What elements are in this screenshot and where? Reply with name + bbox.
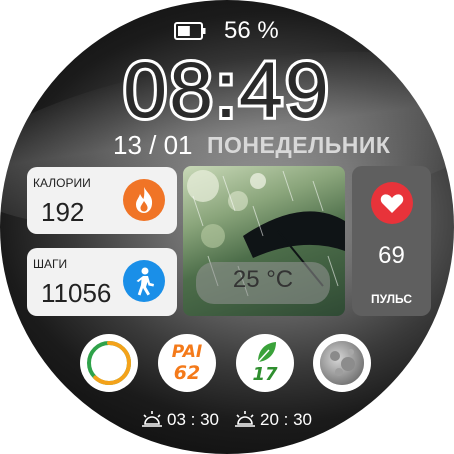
time-display: 08:49 — [123, 45, 331, 134]
steps-card[interactable]: ШАГИ 11056 — [27, 248, 177, 316]
sunset-time: 20 : 30 — [260, 410, 312, 429]
date-display: 13 / 01 — [113, 130, 193, 160]
leaf-complication[interactable]: 17 — [236, 334, 294, 392]
progress-ring-complication[interactable] — [80, 334, 138, 392]
walking-icon — [123, 260, 165, 302]
sun-times: 03 : 30 20 : 30 — [140, 408, 320, 432]
battery-icon — [174, 22, 206, 40]
calories-value: 192 — [41, 197, 85, 227]
pulse-value: 69 — [378, 242, 405, 269]
progress-ring — [87, 341, 131, 385]
fire-icon — [123, 179, 165, 221]
calories-card[interactable]: КАЛОРИИ 192 — [27, 167, 177, 234]
steps-value: 11056 — [41, 278, 112, 308]
battery-percent: 56 % — [224, 17, 279, 44]
moon-icon — [320, 341, 364, 385]
pulse-label: ПУЛЬС — [370, 292, 413, 306]
pai-value: 62 — [173, 362, 201, 384]
temperature-value: 25 °C — [232, 266, 294, 293]
leaf-icon — [257, 342, 276, 363]
sunset-icon — [235, 411, 255, 427]
sunrise-icon — [142, 411, 162, 427]
leaf-value: 17 — [252, 364, 278, 385]
heart-icon — [371, 182, 413, 224]
pai-label: PAI — [171, 342, 203, 362]
watch-face: 56 % 08:49 08:49 13 / 01 ПОНЕДЕЛЬНИК КАЛ… — [0, 0, 454, 454]
moon-complication[interactable] — [313, 334, 371, 392]
pai-complication[interactable]: PAI 62 — [158, 334, 216, 392]
calories-label: КАЛОРИИ — [33, 176, 91, 190]
sunrise-time: 03 : 30 — [167, 410, 219, 429]
steps-label: ШАГИ — [33, 257, 68, 271]
weekday-display: ПОНЕДЕЛЬНИК — [207, 132, 391, 158]
